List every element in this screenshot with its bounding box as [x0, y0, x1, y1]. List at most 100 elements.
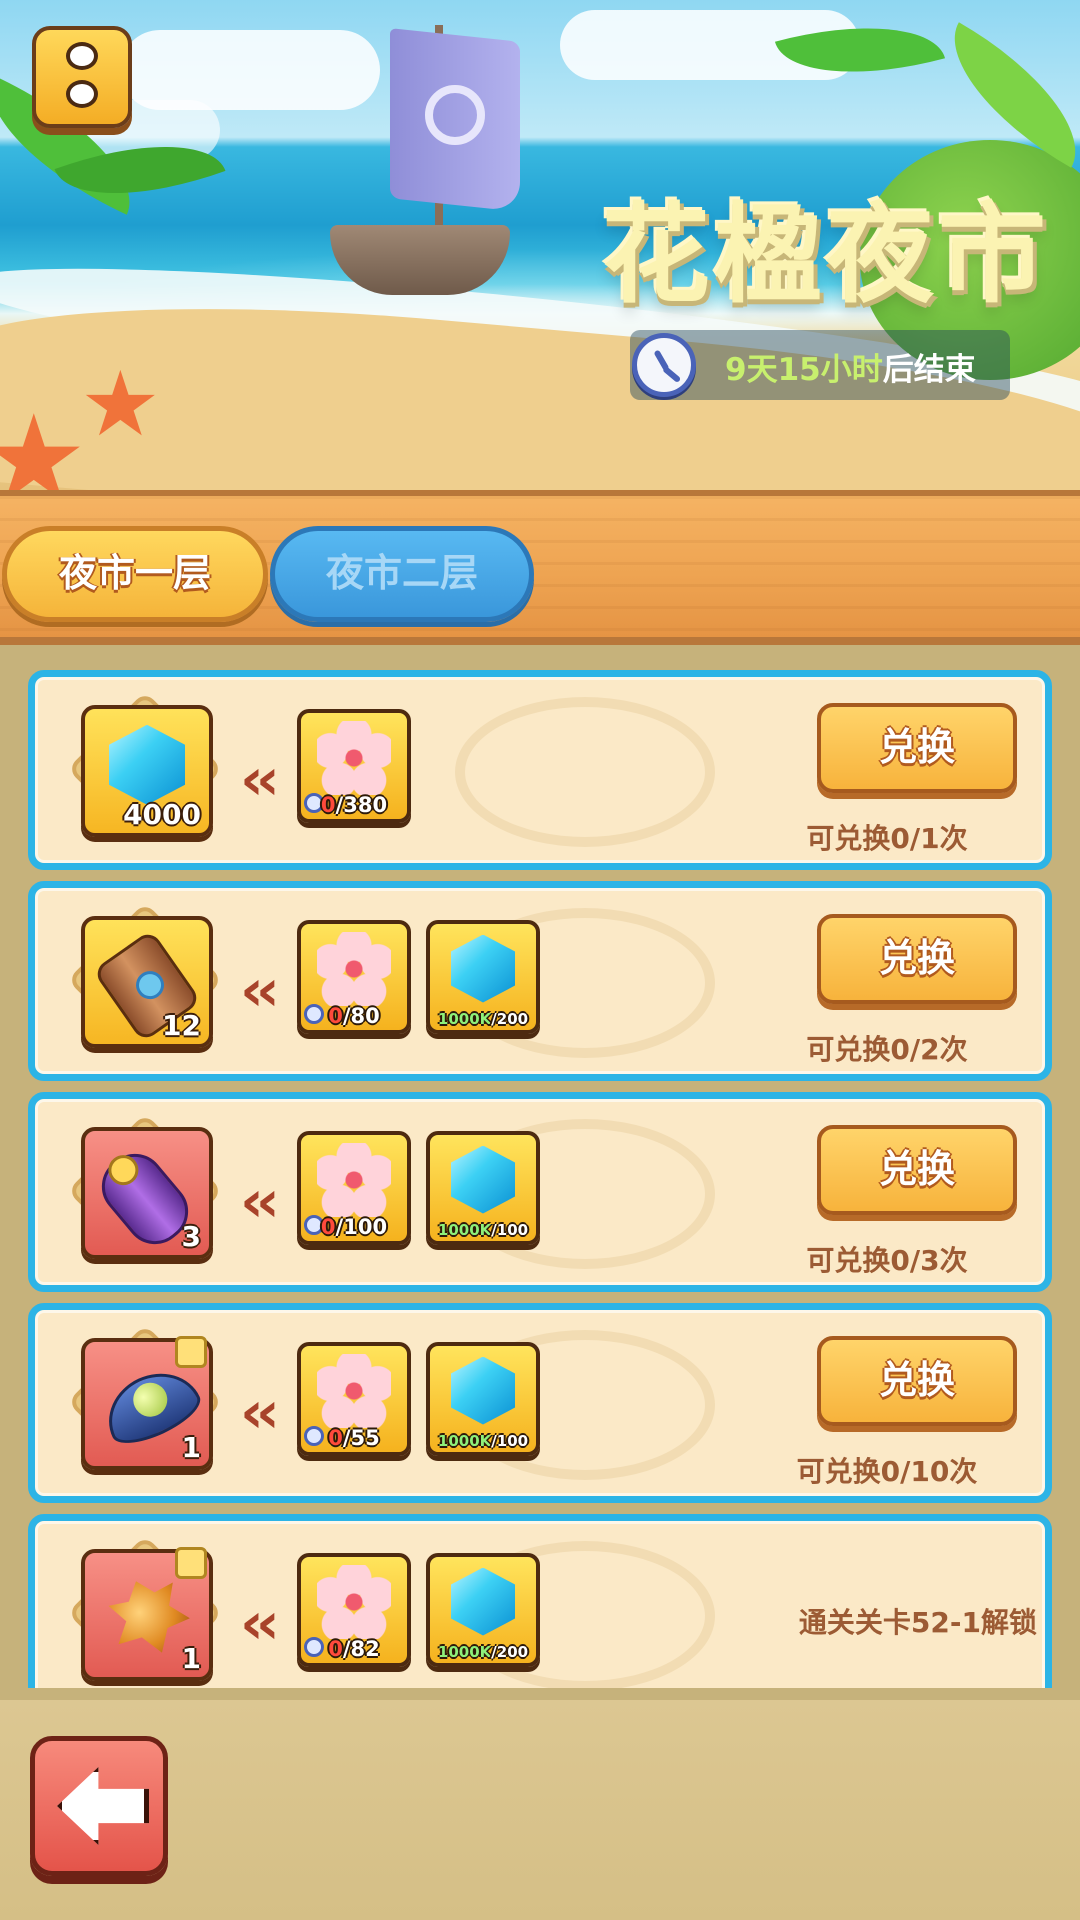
blossom-icon — [317, 1564, 391, 1639]
cost-required: /55 — [342, 1426, 380, 1450]
menu-button[interactable] — [32, 26, 132, 128]
cost-amount: 1000K/100 — [430, 1221, 536, 1239]
boat-hull — [330, 225, 510, 295]
reward-slot[interactable]: 12 — [65, 900, 225, 1060]
cost-current: 0 — [328, 1426, 343, 1450]
exchange-button[interactable]: 兑换 — [817, 703, 1017, 793]
back-arrow-icon — [57, 1767, 149, 1845]
cost-slot[interactable]: 1000K/200 — [426, 920, 540, 1034]
cost-amount: 0/82 — [301, 1637, 407, 1661]
exchange-list[interactable]: 4000 ‹‹ 0/380 兑换 可兑换0/1次 12 ‹‹ 0/80 1000… — [28, 670, 1052, 1688]
blossom-icon — [317, 931, 391, 1006]
tab-label: 夜市二层 — [325, 551, 478, 595]
cost-slot[interactable]: 0/80 — [297, 920, 411, 1034]
reward-box: 1 — [81, 1547, 213, 1681]
reward-slot[interactable]: 1 — [65, 1322, 225, 1482]
cost-current: 0 — [320, 793, 336, 817]
timer-text: 9天15小时后结束 — [725, 344, 976, 389]
double-chevron-left-icon: ‹‹ — [240, 1167, 280, 1235]
tab-night-market-floor-2[interactable]: 夜市二层 — [270, 526, 534, 622]
reward-quantity: 12 — [162, 1009, 201, 1042]
reward-box: 3 — [81, 1127, 213, 1259]
cost-amount: 0/55 — [301, 1426, 407, 1450]
double-chevron-left-icon: ‹‹ — [240, 1589, 280, 1657]
cost-slot[interactable]: 0/380 — [297, 709, 411, 823]
clock-icon — [632, 333, 696, 397]
cost-current: 1000K — [437, 1010, 492, 1028]
reward-quantity: 3 — [181, 1220, 201, 1253]
cost-amount: 1000K/100 — [430, 1432, 536, 1450]
cost-required: /100 — [491, 1432, 529, 1450]
unlock-requirement: 通关关卡52-1解锁 — [798, 1606, 1037, 1639]
event-title: 花楹夜市 — [601, 193, 1050, 318]
reward-box: 4000 — [81, 705, 213, 837]
exchange-limit: 可兑换0/10次 — [796, 1455, 978, 1488]
cost-required: /100 — [491, 1221, 529, 1239]
menu-dot-icon — [66, 80, 98, 108]
tab-night-market-floor-1[interactable]: 夜市一层 — [2, 526, 268, 622]
exchange-limit: 可兑换0/2次 — [806, 1033, 968, 1066]
sail-emblem-icon — [425, 85, 485, 145]
double-chevron-left-icon: ‹‹ — [240, 1378, 280, 1446]
cost-current: 1000K — [437, 1643, 492, 1661]
cost-current: 0 — [328, 1004, 343, 1028]
exchange-button[interactable]: 兑换 — [817, 1125, 1017, 1215]
reward-slot[interactable]: 1 — [65, 1533, 225, 1688]
event-timer: 9天15小时后结束 — [630, 330, 1010, 400]
gem-icon — [451, 1145, 515, 1214]
exchange-item: 12 ‹‹ 0/80 1000K/200 兑换 可兑换0/2次 — [28, 881, 1052, 1081]
exchange-item: 3 ‹‹ 0/100 1000K/100 兑换 可兑换0/3次 — [28, 1092, 1052, 1292]
double-chevron-left-icon: ‹‹ — [240, 745, 280, 813]
reward-slot[interactable]: 4000 — [65, 689, 225, 849]
exchange-item: 1 ‹‹ 0/82 1000K/200 通关关卡52-1解锁 — [28, 1514, 1052, 1688]
reward-box: 1 — [81, 1336, 213, 1470]
cost-amount: 0/100 — [301, 1215, 407, 1239]
timer-suffix: 后结束 — [882, 352, 976, 388]
puzzle-piece-icon — [175, 1547, 207, 1579]
starfish-icon: ★ — [80, 352, 161, 457]
exchange-button[interactable]: 兑换 — [817, 914, 1017, 1004]
cost-amount: 0/380 — [301, 793, 407, 817]
tab-bar: 夜市一层 夜市二层 — [0, 490, 1080, 645]
blossom-icon — [317, 1353, 391, 1428]
cost-slot[interactable]: 1000K/200 — [426, 1553, 540, 1667]
card-decoration — [455, 697, 715, 847]
event-banner: ★ ★ 花楹夜市 9天15小时后结束 — [0, 0, 1080, 490]
cost-current: 0 — [328, 1637, 343, 1661]
blossom-icon — [317, 720, 391, 795]
cost-required: /100 — [335, 1215, 388, 1239]
cost-amount: 0/80 — [301, 1004, 407, 1028]
reward-quantity: 4000 — [123, 798, 201, 831]
starfish-icon: ★ — [0, 390, 88, 491]
reward-quantity: 1 — [181, 1642, 201, 1675]
exchange-item: 4000 ‹‹ 0/380 兑换 可兑换0/1次 — [28, 670, 1052, 870]
gem-icon — [109, 724, 185, 805]
cost-required: /200 — [491, 1643, 529, 1661]
double-chevron-left-icon: ‹‹ — [240, 956, 280, 1024]
cost-current: 0 — [320, 1215, 336, 1239]
reward-slot[interactable]: 3 — [65, 1111, 225, 1271]
exchange-item: 1 ‹‹ 0/55 1000K/100 兑换 可兑换0/10次 — [28, 1303, 1052, 1503]
tab-label: 夜市一层 — [58, 551, 211, 595]
exchange-limit: 可兑换0/3次 — [806, 1244, 968, 1277]
cost-slot[interactable]: 1000K/100 — [426, 1342, 540, 1456]
cost-required: /200 — [491, 1010, 529, 1028]
reward-box: 12 — [81, 916, 213, 1048]
timer-remaining: 9天15小时 — [725, 352, 883, 388]
back-button[interactable] — [30, 1736, 168, 1876]
sailboat — [330, 25, 530, 315]
exchange-button[interactable]: 兑换 — [817, 1336, 1017, 1426]
cost-slot[interactable]: 1000K/100 — [426, 1131, 540, 1245]
cost-current: 1000K — [437, 1432, 492, 1450]
cost-amount: 1000K/200 — [430, 1643, 536, 1661]
cost-current: 1000K — [437, 1221, 492, 1239]
cost-slot[interactable]: 0/55 — [297, 1342, 411, 1456]
exchange-limit: 可兑换0/1次 — [806, 822, 968, 855]
cost-slot[interactable]: 0/100 — [297, 1131, 411, 1245]
gem-icon — [451, 1567, 515, 1636]
cost-amount: 1000K/200 — [430, 1010, 536, 1028]
cost-required: /380 — [335, 793, 388, 817]
cost-required: /80 — [342, 1004, 380, 1028]
cost-required: /82 — [342, 1637, 380, 1661]
cost-slot[interactable]: 0/82 — [297, 1553, 411, 1667]
